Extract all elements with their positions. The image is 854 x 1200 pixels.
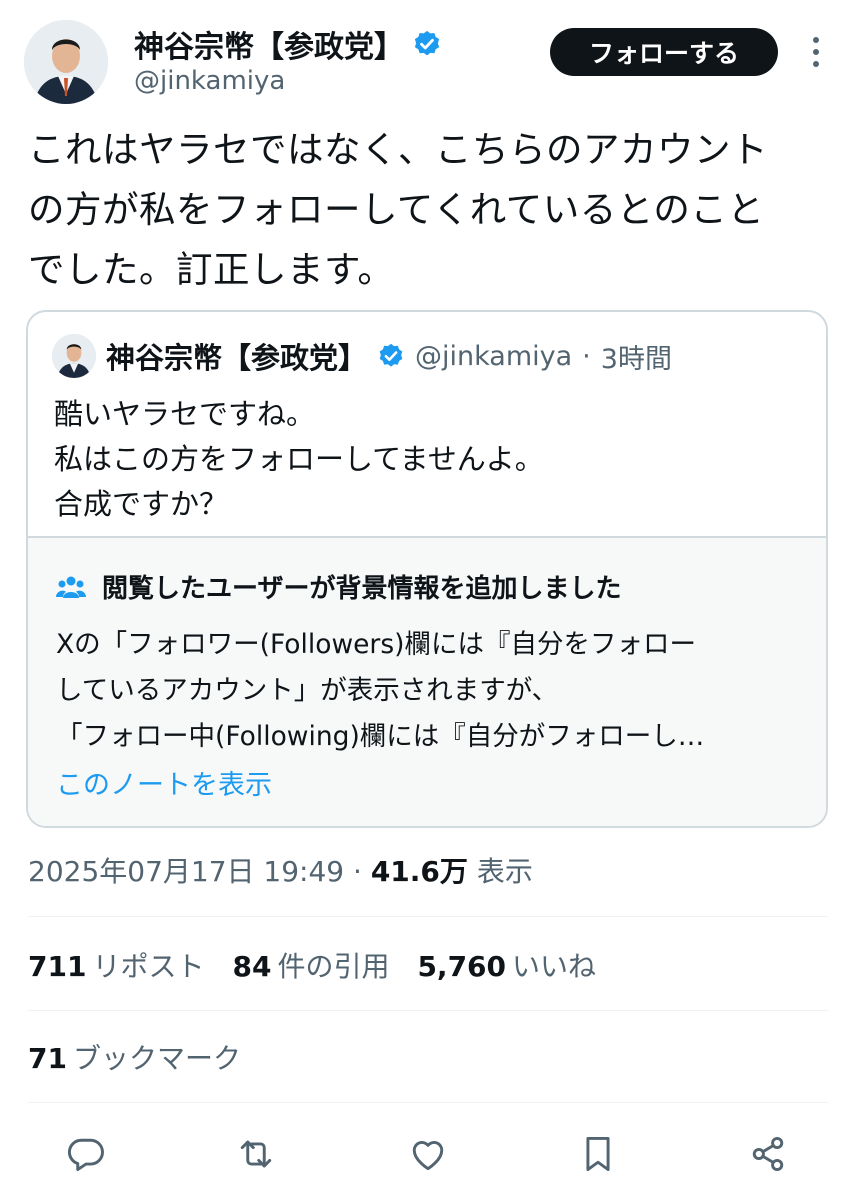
author-display-name[interactable]: 神谷宗幣【参政党】 <box>134 22 404 66</box>
quoted-author-avatar <box>52 334 96 378</box>
share-icon[interactable] <box>746 1132 790 1176</box>
follow-button[interactable]: フォローする <box>550 28 778 76</box>
bookmarks-count: 71 <box>28 1042 67 1075</box>
quoted-text-line: 合成ですか？ <box>54 487 229 521</box>
author-handle[interactable]: @jinkamiya <box>134 66 285 96</box>
quoted-tweet-header: 神谷宗幣【参政党】 @jinkamiya · 3時間 <box>52 334 672 378</box>
likes-count: 5,760 <box>417 950 507 983</box>
reposts-stat[interactable]: 711 リポスト <box>28 945 204 985</box>
community-notes-icon <box>56 576 86 598</box>
show-note-link[interactable]: このノートを表示 <box>56 763 272 802</box>
tweet-timestamp[interactable]: 2025年07月17日 19:49 <box>28 855 344 888</box>
note-text-line: Xの「フォロワー(Followers)欄には『自分をフォロー <box>56 629 696 660</box>
separator-dot: · <box>582 340 591 372</box>
reposts-label: リポスト <box>92 950 205 983</box>
quoted-tweet-time: 3時間 <box>600 343 672 375</box>
divider <box>28 1010 828 1011</box>
separator-dot: · <box>353 855 362 888</box>
tweet-text-line: の方が私をフォローしてくれているとのこと <box>28 188 765 231</box>
quoted-tweet-text: 酷いヤラセですね。 私はこの方をフォローしてませんよ。 合成ですか？ <box>54 392 544 527</box>
reply-icon[interactable] <box>64 1132 108 1176</box>
divider <box>28 916 828 917</box>
community-note-header: 閲覧したユーザーが背景情報を追加しました <box>56 568 621 605</box>
reposts-count: 711 <box>28 950 87 983</box>
quotes-count: 84 <box>232 950 272 983</box>
quoted-tweet-card[interactable]: 神谷宗幣【参政党】 @jinkamiya · 3時間 酷いヤラセですね。 私はこ… <box>26 310 828 828</box>
quoted-author-handle: @jinkamiya <box>415 340 573 372</box>
verified-badge-icon <box>414 30 440 56</box>
likes-stat[interactable]: 5,760 いいね <box>417 945 596 985</box>
views-count: 41.6万 <box>370 855 468 888</box>
more-vertical-icon[interactable] <box>800 32 832 72</box>
tweet-text-line: でした。訂正します。 <box>28 248 395 291</box>
action-bar <box>0 1126 854 1182</box>
quotes-stat[interactable]: 84 件の引用 <box>232 945 389 985</box>
note-text-line: しているアカウント」が表示されますが、 <box>56 675 559 706</box>
divider <box>28 1102 828 1103</box>
bookmarks-stat[interactable]: 71 ブックマーク <box>28 1037 241 1077</box>
quoted-text-line: 私はこの方をフォローしてませんよ。 <box>54 442 544 476</box>
community-note: 閲覧したユーザーが背景情報を追加しました Xの「フォロワー(Followers)… <box>28 536 826 826</box>
tweet-meta: 2025年07月17日 19:49 · 41.6万 表示 <box>28 850 533 890</box>
like-icon[interactable] <box>406 1132 450 1176</box>
note-text-line: 「フォロー中(Following)欄には『自分がフォローし… <box>56 721 705 752</box>
community-note-body: Xの「フォロワー(Followers)欄には『自分をフォロー しているアカウント… <box>56 622 704 760</box>
engagement-stats: 711 リポスト 84 件の引用 5,760 いいね <box>28 945 596 985</box>
verified-badge-icon <box>379 343 403 367</box>
tweet-text: これはヤラセではなく、こちらのアカウント の方が私をフォローしてくれているとのこ… <box>28 120 828 300</box>
author-avatar[interactable] <box>24 20 108 104</box>
bookmarks-label: ブックマーク <box>72 1042 241 1075</box>
tweet-text-line: これはヤラセではなく、こちらのアカウント <box>28 128 768 171</box>
quoted-text-line: 酷いヤラセですね。 <box>54 397 316 431</box>
bookmark-icon[interactable] <box>576 1132 620 1176</box>
author-name-row: 神谷宗幣【参政党】 <box>134 22 442 66</box>
quoted-author-name: 神谷宗幣【参政党】 <box>106 341 368 375</box>
quotes-label: 件の引用 <box>277 950 390 983</box>
tweet-detail: 神谷宗幣【参政党】 @jinkamiya フォローする これはヤラセではなく、こ… <box>0 0 854 1200</box>
repost-icon[interactable] <box>234 1132 278 1176</box>
views-label: 表示 <box>476 855 533 888</box>
community-note-title: 閲覧したユーザーが背景情報を追加しました <box>102 574 622 604</box>
likes-label: いいね <box>512 950 597 983</box>
